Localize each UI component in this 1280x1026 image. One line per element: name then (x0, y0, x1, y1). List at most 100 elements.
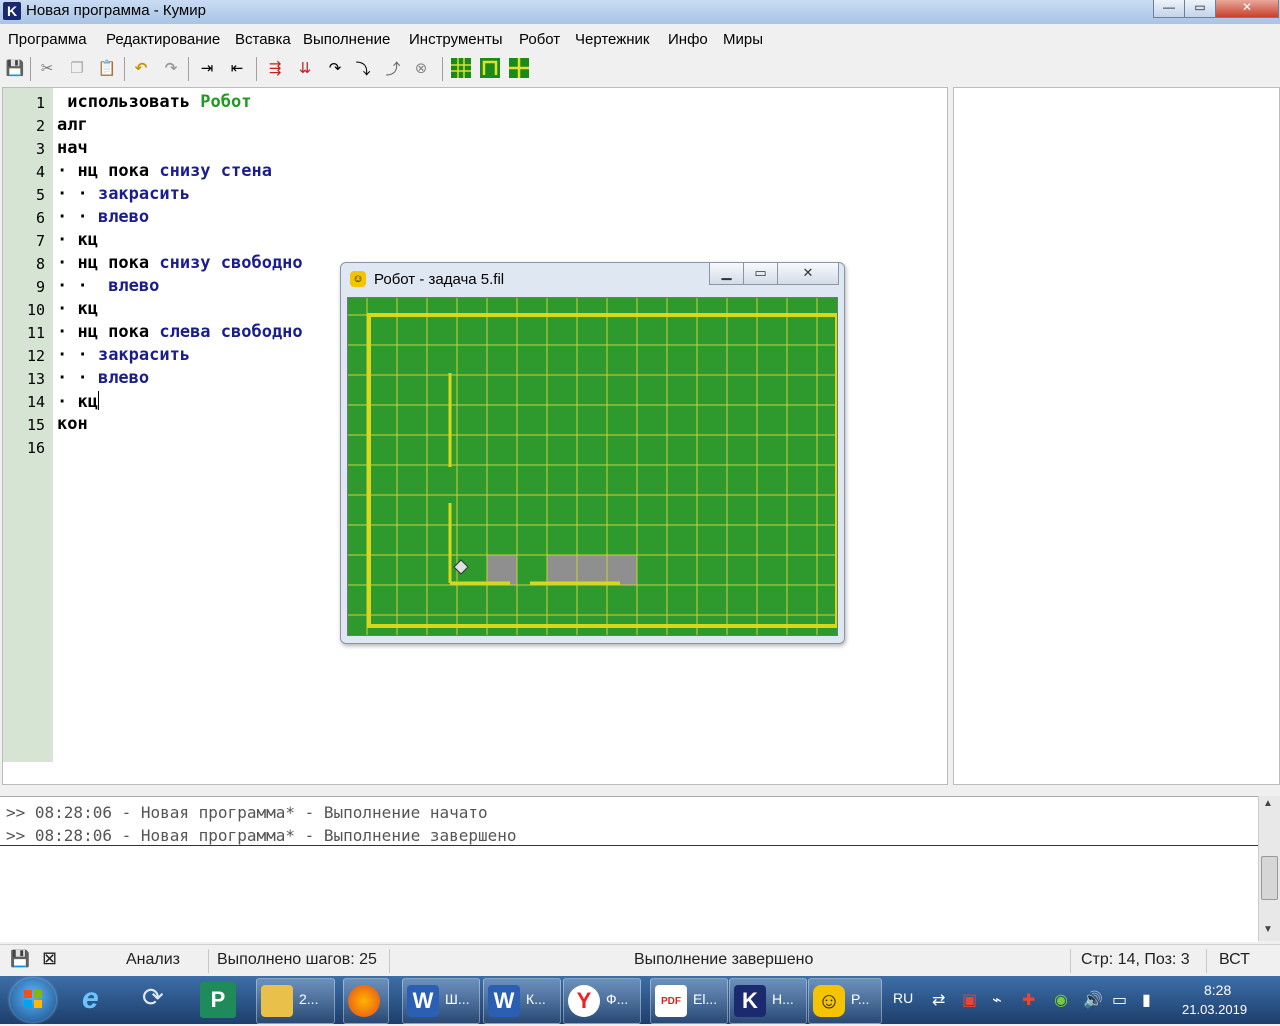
indent-icon[interactable]: ⇥ (196, 57, 218, 79)
code-line[interactable]: · · закрасить (57, 184, 190, 204)
code-function: закрасить (97, 345, 191, 365)
kumir-app-icon: K (3, 2, 21, 20)
run-steps-icon[interactable]: ⇊ (294, 57, 316, 79)
robot-maximize-button[interactable]: ▭ (743, 263, 778, 285)
code-line[interactable]: использовать Робот (57, 92, 251, 112)
save-status-icon[interactable]: 💾 (10, 949, 30, 969)
menu-item[interactable]: Вставка (235, 31, 291, 48)
status-bar: 💾 ⊠ Анализ Выполнено шагов: 25 Выполнени… (0, 944, 1280, 977)
tray-network-icon[interactable]: ⇄ (932, 990, 945, 1010)
code-line[interactable]: · · влево (57, 276, 159, 296)
code-line[interactable]: алг (57, 115, 88, 135)
tray-power-icon[interactable]: ▮ (1142, 990, 1151, 1010)
taskbar-button[interactable]: 2... (256, 978, 335, 1024)
menu-item[interactable]: Редактирование (106, 31, 220, 48)
robot-window-title: Робот - задача 5.fil (374, 271, 505, 288)
code-line[interactable]: · · закрасить (57, 345, 190, 365)
code-line[interactable]: кон (57, 414, 88, 434)
taskbar-button[interactable]: W К... (483, 978, 561, 1024)
code-function: влево (97, 368, 150, 388)
robot-field[interactable] (336, 284, 878, 676)
tray-pdf-icon[interactable]: ▣ (962, 990, 977, 1010)
insert-mode: ВСТ (1219, 951, 1250, 968)
folder-icon (261, 985, 293, 1017)
code-line[interactable]: нач (57, 138, 88, 158)
code-line[interactable]: · · влево (57, 368, 149, 388)
code-keyword: кон (57, 414, 88, 434)
step-out-icon[interactable]: ⤴ (382, 57, 404, 79)
output-console[interactable]: >> 08:28:06 - Новая программа* - Выполне… (0, 796, 1258, 942)
tray-display-icon[interactable]: ▭ (1112, 990, 1127, 1010)
menu-item[interactable]: Программа (8, 31, 87, 48)
taskbar-button[interactable]: K Н... (729, 978, 807, 1024)
scrollbar-thumb[interactable] (1261, 856, 1278, 900)
cut-icon[interactable]: ✂ (36, 57, 58, 79)
minimize-button[interactable]: — (1153, 0, 1185, 18)
outdent-icon[interactable]: ⇤ (226, 57, 248, 79)
tray-nvidia-icon[interactable]: ◉ (1054, 990, 1068, 1010)
taskbar-button[interactable]: ☺ Р... (808, 978, 882, 1024)
maximize-button[interactable]: ▭ (1184, 0, 1216, 18)
pdf-icon: PDF (655, 985, 687, 1017)
code-line[interactable]: · кц (57, 391, 99, 412)
taskbar-button[interactable]: PDF El... (650, 978, 728, 1024)
step-over-icon[interactable]: ↷ (324, 57, 346, 79)
console-scrollbar[interactable]: ▲ ▼ (1258, 796, 1280, 941)
run-icon[interactable]: ⇶ (264, 57, 286, 79)
taskbar-button-label: El... (693, 991, 718, 1007)
start-button[interactable] (10, 978, 56, 1022)
cursor-position: Стр: 14, Поз: 3 (1081, 951, 1190, 968)
menu-item[interactable]: Инструменты (409, 31, 503, 48)
robot-close-button[interactable]: ✕ (777, 263, 839, 285)
taskbar-button-label: Ш... (445, 991, 470, 1007)
undo-icon[interactable]: ↶ (130, 57, 152, 79)
drawer-field-icon[interactable] (508, 57, 530, 79)
scroll-down-icon[interactable]: ▼ (1263, 924, 1273, 935)
paste-icon[interactable]: 📋 (96, 57, 118, 79)
taskbar-button[interactable]: W Ш... (402, 978, 480, 1024)
code-function: влево (108, 276, 160, 296)
scroll-up-icon[interactable]: ▲ (1263, 798, 1273, 809)
robot-field-icon[interactable] (479, 57, 501, 79)
mode-label: Анализ (126, 951, 181, 968)
language-indicator[interactable]: RU (893, 990, 913, 1006)
grid-view-icon[interactable] (450, 57, 472, 79)
menu-item[interactable]: Чертежник (575, 31, 650, 48)
code-keyword: · кц (57, 299, 98, 319)
taskbar-button[interactable] (343, 978, 389, 1024)
tray-volume-icon[interactable]: 🔊 (1083, 990, 1103, 1010)
kumir-icon: K (734, 985, 766, 1017)
redo-icon[interactable]: ↷ (160, 57, 182, 79)
taskbar-button[interactable]: Y Ф... (563, 978, 641, 1024)
menu-item[interactable]: Выполнение (303, 31, 390, 48)
publisher-icon[interactable]: P (200, 982, 236, 1018)
close-button[interactable]: ✕ (1215, 0, 1279, 18)
robot-icon: ☺ (813, 985, 845, 1017)
stop-icon[interactable]: ⊗ (410, 57, 432, 79)
clock-time[interactable]: 8:28 (1204, 982, 1231, 998)
clock-date[interactable]: 21.03.2019 (1182, 1002, 1247, 1017)
robot-minimize-button[interactable]: ▁ (709, 263, 744, 285)
menu-item[interactable]: Инфо (668, 31, 708, 48)
menu-item[interactable]: Миры (723, 31, 763, 48)
code-line[interactable]: · кц (57, 299, 98, 319)
step-into-icon[interactable]: ⤵ (352, 57, 374, 79)
code-line[interactable]: · нц пока слева свободно (57, 322, 303, 342)
internet-explorer-icon[interactable]: e (82, 982, 120, 1018)
taskbar-button-label: Н... (772, 991, 794, 1007)
code-line[interactable]: · кц (57, 230, 98, 250)
word-icon: W (407, 985, 439, 1017)
code-keyword: · нц пока (57, 322, 160, 342)
yandex-icon: Y (568, 985, 600, 1017)
code-line[interactable]: · нц пока снизу свободно (57, 253, 303, 273)
robot-window[interactable]: ☺ Робот - задача 5.fil ▁ ▭ ✕ (336, 262, 878, 676)
code-line[interactable]: · нц пока снизу стена (57, 161, 272, 181)
network-app-icon[interactable]: ⟳ (142, 982, 180, 1018)
menu-item[interactable]: Робот (519, 31, 560, 48)
code-line[interactable]: · · влево (57, 207, 149, 227)
clear-icon[interactable]: ⊠ (42, 948, 57, 969)
tray-antivirus-icon[interactable]: ✚ (1022, 990, 1035, 1010)
save-icon[interactable]: 💾 (4, 57, 26, 79)
tray-usb-icon[interactable]: ⌁ (992, 990, 1002, 1010)
copy-icon[interactable]: ❐ (66, 57, 88, 79)
